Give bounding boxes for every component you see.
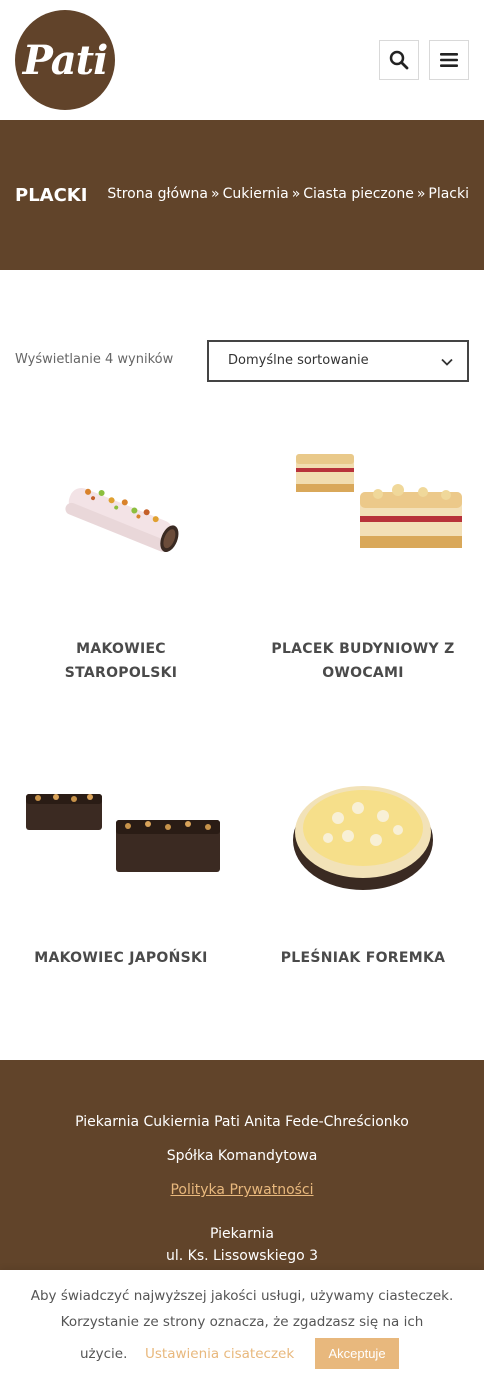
- chevron-down-icon: [441, 358, 453, 366]
- breadcrumb-separator: »: [291, 186, 301, 202]
- breadcrumb-cukiernia[interactable]: Cukiernia: [223, 186, 289, 202]
- footer-section-title: Piekarnia: [210, 1226, 274, 1242]
- product-card[interactable]: PLACEK BUDYNIOWY Z OWOCAMI: [258, 432, 468, 685]
- breadcrumb-home[interactable]: Strona główna: [107, 186, 208, 202]
- cookie-settings-link[interactable]: Ustawienia cisateczek: [145, 1341, 294, 1367]
- logo[interactable]: Pati: [15, 10, 115, 110]
- product-title[interactable]: PLACEK BUDYNIOWY Z OWOCAMI: [258, 637, 468, 685]
- cookie-text-line: użycie.: [80, 1346, 128, 1362]
- product-title-line: PLEŚNIAK FOREMKA: [280, 950, 446, 966]
- product-title-line: STAROPOLSKI: [64, 665, 178, 681]
- company-type: Spółka Komandytowa: [166, 1148, 318, 1164]
- product-title-line: MAKOWIEC JAPOŃSKI: [34, 950, 208, 966]
- cookie-actions: użycie. Ustawienia cisateczek Akceptuje: [0, 1338, 484, 1370]
- product-title-line: PLACEK BUDYNIOWY Z: [271, 641, 455, 657]
- breadcrumb-current: Placki: [428, 186, 469, 202]
- product-image[interactable]: [258, 432, 468, 602]
- product-card[interactable]: MAKOWIEC JAPOŃSKI: [16, 748, 226, 970]
- menu-button[interactable]: [429, 40, 469, 80]
- product-title-line: MAKOWIEC: [76, 641, 166, 657]
- product-card[interactable]: PLEŚNIAK FOREMKA: [258, 748, 468, 970]
- site-header: Pati: [0, 0, 484, 120]
- page-title: PLACKI: [15, 185, 88, 206]
- breadcrumb-ciasta[interactable]: Ciasta pieczone: [303, 186, 414, 202]
- product-title[interactable]: PLEŚNIAK FOREMKA: [258, 946, 468, 970]
- footer-address: ul. Ks. Lissowskiego 3: [165, 1248, 319, 1264]
- product-image[interactable]: [16, 432, 226, 602]
- product-title[interactable]: MAKOWIEC STAROPOLSKI: [16, 637, 226, 685]
- company-name: Piekarnia Cukiernia Pati Anita Fede-Chre…: [75, 1114, 409, 1130]
- search-icon: [389, 50, 409, 70]
- sort-value: Domyślne sortowanie: [228, 353, 369, 368]
- logo-text: Pati: [22, 36, 109, 84]
- cookie-text-line: Korzystanie ze strony oznacza, że zgadza…: [60, 1314, 424, 1330]
- hamburger-menu-icon: [440, 53, 458, 67]
- cookie-consent-bar: Aby świadczyć najwyższej jakości usługi,…: [0, 1270, 484, 1386]
- breadcrumb-separator: »: [416, 186, 426, 202]
- product-title-line: OWOCAMI: [322, 665, 404, 681]
- product-card[interactable]: MAKOWIEC STAROPOLSKI: [16, 432, 226, 685]
- page-title-banner: PLACKI Strona główna» Cukiernia» Ciasta pi…: [0, 120, 484, 270]
- cookie-text-line: Aby świadczyć najwyższej jakości usługi,…: [30, 1288, 454, 1304]
- product-image[interactable]: [258, 748, 468, 918]
- breadcrumb-separator: »: [210, 186, 220, 202]
- product-title[interactable]: MAKOWIEC JAPOŃSKI: [16, 946, 226, 970]
- accept-cookies-button[interactable]: Akceptuje: [315, 1338, 399, 1369]
- privacy-policy-link[interactable]: Polityka Prywatności: [0, 1182, 484, 1198]
- sort-select[interactable]: Domyślne sortowanie: [207, 340, 469, 382]
- search-button[interactable]: [379, 40, 419, 80]
- product-image[interactable]: [16, 748, 226, 918]
- result-count: Wyświetlanie 4 wyników: [15, 352, 174, 367]
- breadcrumb: Strona główna» Cukiernia» Ciasta pieczone»…: [107, 186, 469, 202]
